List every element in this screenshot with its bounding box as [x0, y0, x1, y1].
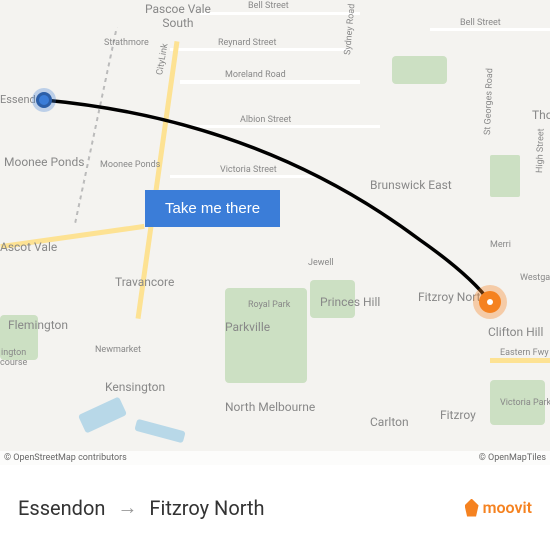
place-moonee-ponds-small: Moonee Ponds — [100, 160, 160, 170]
place-north-melbourne: North Melbourne — [225, 400, 315, 414]
place-victoria-park: Victoria Park — [500, 398, 550, 408]
road-label-bell-st-2: Bell Street — [460, 18, 501, 28]
road-line — [170, 48, 350, 51]
road-label-victoria: Victoria Street — [220, 165, 277, 175]
road-label-eastern: Eastern Fwy — [500, 348, 549, 358]
moovit-logo-text: moovit — [483, 498, 532, 517]
route-footer: Essendon → Fitzroy North moovit — [0, 465, 550, 550]
road-line — [180, 80, 360, 84]
place-ascot-vale: Ascot Vale — [0, 240, 57, 254]
take-me-there-button[interactable]: Take me there — [145, 190, 280, 227]
road-line — [430, 28, 550, 31]
road-label-moreland: Moreland Road — [225, 70, 286, 80]
place-moonee-ponds: Moonee Ponds — [4, 155, 84, 169]
road-label-reynard: Reynard Street — [218, 38, 276, 48]
route-origin-label: Essendon — [18, 496, 105, 520]
park-area — [392, 56, 447, 84]
place-parkville: Parkville — [225, 320, 270, 334]
place-carlton: Carlton — [370, 415, 409, 429]
place-newmarket: Newmarket — [95, 345, 141, 355]
place-strathmore: Strathmore — [104, 38, 149, 48]
road-label-bell-st: Bell Street — [248, 1, 289, 11]
moovit-logo[interactable]: moovit — [465, 498, 532, 517]
attribution-left: © OpenStreetMap contributors — [4, 453, 127, 463]
highway-line — [490, 358, 550, 363]
place-ington-course: ingtoncourse — [0, 348, 27, 368]
place-kensington: Kensington — [105, 380, 165, 394]
place-travancore: Travancore — [115, 275, 174, 289]
place-fitzroy-north: Fitzroy North — [418, 290, 487, 304]
moovit-mark-icon — [465, 499, 479, 517]
arrow-right-icon: → — [117, 495, 137, 520]
place-merri: Merri — [490, 240, 511, 250]
place-fitzroy: Fitzroy — [440, 408, 476, 422]
destination-marker[interactable] — [479, 291, 501, 313]
place-tho: Tho — [532, 108, 550, 122]
place-pascoe-vale: Pascoe ValeSouth — [145, 2, 211, 30]
origin-marker[interactable] — [36, 92, 52, 108]
place-jewell: Jewell — [308, 258, 334, 268]
map-attribution: © OpenStreetMap contributors © OpenMapTi… — [0, 451, 550, 465]
road-line — [200, 12, 360, 15]
place-brunswick-east: Brunswick East — [370, 178, 452, 192]
route-destination-label: Fitzroy North — [149, 496, 264, 520]
road-line — [180, 125, 380, 128]
map-container[interactable]: Bell Street Bell Street Reynard Street M… — [0, 0, 550, 465]
place-princes-hill: Princes Hill — [320, 295, 380, 309]
road-label-high: High Street — [535, 128, 547, 173]
route-summary: Essendon → Fitzroy North — [18, 495, 265, 520]
attribution-right: © OpenMapTiles — [479, 453, 546, 463]
road-line — [170, 175, 320, 178]
road-label-albion: Albion Street — [240, 115, 291, 125]
place-clifton-hill: Clifton Hill — [488, 325, 543, 339]
place-westgarth: Westgarth — [520, 273, 550, 283]
place-royal-park: Royal Park — [248, 300, 290, 310]
place-flemington: Flemington — [8, 318, 68, 332]
park-area — [490, 155, 520, 197]
